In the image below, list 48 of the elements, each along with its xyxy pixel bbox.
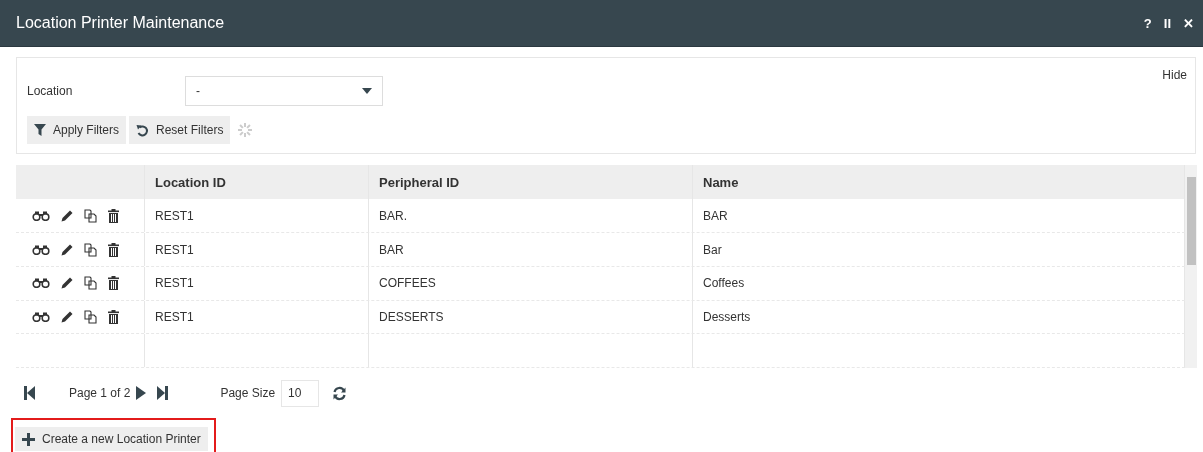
window-title: Location Printer Maintenance <box>16 14 226 32</box>
pencil-icon[interactable] <box>61 243 73 256</box>
trash-icon[interactable] <box>108 276 119 291</box>
copy-icon[interactable] <box>84 208 97 223</box>
copy-icon[interactable] <box>84 276 97 291</box>
pencil-icon[interactable] <box>61 209 73 222</box>
table-cell: COFFEES <box>369 266 693 300</box>
close-button[interactable]: ✕ <box>1183 15 1194 31</box>
apply-filters-button[interactable]: Apply Filters <box>27 116 127 144</box>
refresh-icon[interactable] <box>332 385 348 401</box>
next-page-icon[interactable] <box>136 386 147 400</box>
plus-icon <box>22 432 35 446</box>
binoculars-icon[interactable] <box>32 210 50 221</box>
filter-icon <box>34 124 46 136</box>
hide-link[interactable]: Hide <box>1162 68 1187 82</box>
binoculars-icon[interactable] <box>32 244 50 255</box>
copy-icon[interactable] <box>84 309 97 324</box>
trash-icon[interactable] <box>108 309 119 324</box>
pencil-icon[interactable] <box>61 277 73 290</box>
undo-icon <box>136 123 150 137</box>
first-page-icon[interactable] <box>24 386 35 400</box>
pencil-icon[interactable] <box>61 310 73 323</box>
table-cell: REST1 <box>145 233 369 266</box>
dropdown-arrow-icon <box>362 88 372 94</box>
table-cell: REST1 <box>145 266 369 300</box>
copy-icon[interactable] <box>84 242 97 257</box>
table-cell: BAR. <box>369 199 693 233</box>
help-button[interactable]: ? <box>1143 15 1152 31</box>
page-size-field[interactable]: 10 <box>281 379 320 407</box>
location-dropdown[interactable]: - <box>185 76 383 106</box>
pause-button[interactable]: II <box>1163 15 1171 31</box>
create-location-printer-button[interactable]: Create a new Location Printer <box>15 427 208 451</box>
table-cell: REST1 <box>145 199 369 233</box>
table-cell: DESSERTS <box>369 300 693 334</box>
trash-icon[interactable] <box>108 208 119 223</box>
binoculars-icon[interactable] <box>32 311 50 322</box>
scrollbar[interactable] <box>1185 165 1197 368</box>
table-cell: BAR <box>369 233 693 266</box>
binoculars-icon[interactable] <box>32 278 50 289</box>
page-indicator: Page 1 of 2 <box>69 386 131 400</box>
column-header[interactable]: Location ID <box>145 165 369 200</box>
table-cell: REST1 <box>145 300 369 334</box>
last-page-icon[interactable] <box>157 386 169 400</box>
reset-filters-button[interactable]: Reset Filters <box>129 116 231 144</box>
column-header[interactable]: Peripheral ID <box>369 165 693 200</box>
page-size-label: Page Size <box>220 386 276 400</box>
field-label: Location <box>27 84 74 98</box>
trash-icon[interactable] <box>108 242 119 257</box>
